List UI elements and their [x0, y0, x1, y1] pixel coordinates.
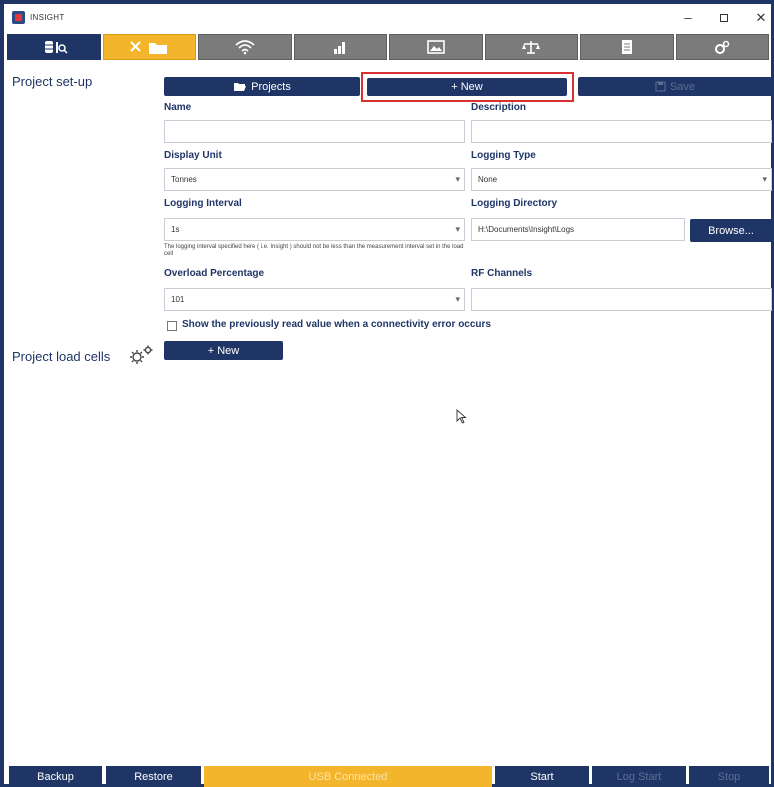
tab-project-setup[interactable] — [102, 34, 196, 60]
tab-image[interactable] — [389, 34, 483, 60]
logging-interval-note: The logging interval specified here ( i.… — [164, 244, 464, 257]
backup-button[interactable]: Backup — [9, 766, 102, 787]
browse-button[interactable]: Browse... — [690, 219, 772, 242]
logging-type-value: None — [478, 175, 498, 184]
new-load-cell-button[interactable]: + New — [164, 341, 283, 360]
document-icon — [621, 40, 632, 54]
show-previous-value-checkbox[interactable] — [167, 321, 177, 331]
logging-interval-value: 1s — [171, 225, 180, 234]
name-input[interactable] — [164, 120, 465, 143]
maximize-icon — [720, 14, 728, 22]
display-unit-select[interactable]: Tonnes — [164, 168, 465, 191]
tools-folder-icon — [130, 41, 168, 54]
save-button[interactable]: Save — [578, 77, 772, 96]
tab-wireless[interactable] — [198, 34, 292, 60]
folder-open-icon — [234, 83, 247, 91]
display-unit-value: Tonnes — [171, 175, 197, 184]
projects-button[interactable]: Projects — [164, 77, 360, 96]
chart-icon — [334, 42, 346, 54]
save-button-label: Save — [669, 80, 696, 93]
overload-percentage-label: Overload Percentage — [164, 268, 265, 279]
display-unit-label: Display Unit — [164, 150, 222, 161]
bottom-bar: Backup Restore USB Connected Start Log S… — [7, 766, 769, 787]
app-window: INSIGHT – ✕ Project set-up Projects + Ne… — [0, 0, 774, 787]
title-bar: INSIGHT – ✕ — [4, 4, 771, 32]
save-icon — [655, 81, 666, 92]
projects-button-label: Projects — [251, 80, 291, 93]
settings-cog-icon — [715, 40, 730, 54]
logging-type-select[interactable]: None — [471, 168, 772, 191]
show-previous-value-label: Show the previously read value when a co… — [182, 319, 491, 330]
mouse-cursor-icon — [456, 409, 467, 424]
window-title: INSIGHT — [30, 13, 65, 22]
tab-database[interactable] — [7, 34, 101, 60]
database-search-icon — [44, 41, 68, 54]
project-load-cells-label: Project load cells — [12, 349, 111, 364]
tab-chart[interactable] — [293, 34, 387, 60]
connection-status: USB Connected — [204, 766, 492, 787]
tab-scale[interactable] — [484, 34, 578, 60]
restore-button[interactable]: Restore — [106, 766, 201, 787]
start-button[interactable]: Start — [495, 766, 589, 787]
main-tabs — [7, 34, 769, 60]
logging-interval-select[interactable]: 1s — [164, 218, 465, 241]
close-button[interactable]: ✕ — [749, 9, 773, 27]
log-start-button[interactable]: Log Start — [592, 766, 686, 787]
rf-channels-input[interactable] — [471, 288, 772, 311]
overload-percentage-select[interactable]: 101 — [164, 288, 465, 311]
project-setup-label: Project set-up — [12, 74, 93, 89]
wifi-icon — [235, 40, 255, 55]
tab-settings[interactable] — [675, 34, 769, 60]
name-label: Name — [164, 102, 192, 113]
scale-icon — [522, 41, 541, 54]
maximize-button[interactable] — [712, 9, 736, 27]
image-icon — [426, 40, 445, 54]
logging-interval-label: Logging Interval — [164, 198, 242, 209]
logging-directory-input[interactable]: H:\Documents\Insight\Logs — [471, 218, 685, 241]
description-label: Description — [471, 102, 527, 113]
logging-type-label: Logging Type — [471, 150, 536, 161]
logging-directory-label: Logging Directory — [471, 198, 558, 209]
gear-icon[interactable] — [126, 343, 156, 367]
app-logo-icon — [12, 11, 25, 24]
rf-channels-label: RF Channels — [471, 268, 533, 279]
stop-button[interactable]: Stop — [689, 766, 769, 787]
minimize-button[interactable]: – — [676, 9, 700, 27]
description-input[interactable] — [471, 120, 772, 143]
overload-percentage-value: 101 — [171, 295, 185, 304]
tab-document[interactable] — [580, 34, 674, 60]
new-button-highlight — [361, 72, 574, 102]
